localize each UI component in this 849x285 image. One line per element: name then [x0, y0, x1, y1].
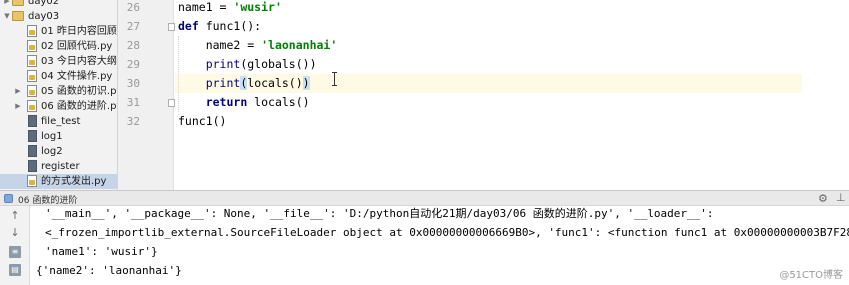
tree-item-file[interactable]: 04 文件操作.py [0, 69, 117, 84]
tree-item-file[interactable]: log2 [0, 144, 117, 159]
line-number: 32 [126, 115, 140, 128]
editor-right-margin [802, 0, 849, 190]
expand-arrow-icon[interactable]: ▶ [3, 0, 11, 9]
tree-item-file[interactable]: file_test [0, 114, 117, 129]
code-line[interactable]: print(globals()) [178, 55, 317, 74]
line-number: 27 [126, 20, 140, 33]
project-tree: ▶ day02 ▼ day03 01 昨日内容回顾 02 回顾代码.py 03 … [0, 0, 118, 190]
tree-item-file[interactable]: log1 [0, 129, 117, 144]
print-icon[interactable]: ▤ [9, 264, 21, 276]
python-file-icon [27, 100, 37, 112]
tree-item-file[interactable]: ▶ 06 函数的进阶.py [0, 99, 117, 114]
tree-item-file[interactable]: 01 昨日内容回顾 [0, 24, 117, 39]
tree-item-selected[interactable]: 的方式发出.py [0, 174, 117, 189]
folder-icon [12, 0, 24, 6]
console-output-line: '__main__', '__package__': None, '__file… [45, 207, 714, 220]
text-file-icon [28, 145, 37, 157]
line-number: 31 [126, 96, 140, 109]
line-number: 30 [126, 77, 140, 90]
python-file-icon [27, 55, 37, 67]
console-output-line: 'name1': 'wusir'} [45, 245, 158, 258]
line-number: 29 [126, 58, 140, 71]
fold-marker-icon[interactable] [168, 99, 175, 107]
gear-icon[interactable]: ⚙ [818, 192, 828, 205]
text-file-icon [28, 130, 37, 142]
line-number: 28 [126, 39, 140, 52]
scroll-down-icon[interactable]: ↓ [9, 227, 21, 239]
tree-item-day02[interactable]: ▶ day02 [0, 0, 117, 9]
run-config-icon [4, 194, 13, 203]
python-file-icon [27, 175, 37, 187]
code-editor[interactable]: name1 = 'wusir' def func1(): name2 = 'la… [175, 0, 802, 190]
tree-item-file[interactable]: 03 今日内容大纲 [0, 54, 117, 69]
minimize-icon[interactable]: ⊥ [836, 191, 846, 204]
fold-marker-icon[interactable] [168, 23, 175, 31]
python-file-icon [27, 85, 37, 97]
run-tab-label[interactable]: 06 函数的进阶 [18, 193, 77, 206]
code-line[interactable]: name2 = 'laonanhai' [178, 36, 338, 55]
line-number: 26 [126, 1, 140, 14]
expand-arrow-icon[interactable]: ▶ [14, 84, 22, 99]
expand-arrow-icon[interactable]: ▶ [14, 99, 22, 114]
line-number-gutter: 26 27 28 29 30 31 32 [118, 0, 175, 190]
tree-item-day03[interactable]: ▼ day03 [0, 9, 117, 24]
run-panel-header: 06 函数的进阶 ⚙ ⊥ [0, 190, 849, 206]
text-file-icon [28, 160, 37, 172]
code-line[interactable]: def func1(): [178, 17, 261, 36]
python-file-icon [27, 70, 37, 82]
console-output-line: {'name2': 'laonanhai'} [36, 264, 182, 277]
console-output-line: <_frozen_importlib_external.SourceFileLo… [45, 226, 849, 239]
python-file-icon [27, 40, 37, 52]
tree-item-file[interactable]: register [0, 159, 117, 174]
scroll-up-icon[interactable]: ↑ [9, 210, 21, 222]
code-line[interactable]: func1() [178, 112, 226, 131]
tree-item-file[interactable]: ▶ 05 函数的初识.py [0, 84, 117, 99]
text-cursor-icon [332, 72, 337, 86]
run-console[interactable]: '__main__', '__package__': None, '__file… [31, 206, 849, 285]
code-line[interactable]: print(locals()) [178, 74, 310, 93]
collapse-arrow-icon[interactable]: ▼ [3, 9, 11, 24]
text-file-icon [28, 115, 37, 127]
code-line[interactable]: return locals() [178, 93, 310, 112]
watermark: @51CTO博客 [779, 270, 843, 281]
folder-icon [12, 11, 24, 21]
run-toolbar: ↑ ↓ ≡ ▤ [0, 206, 30, 285]
code-line[interactable]: name1 = 'wusir' [178, 0, 282, 17]
soft-wrap-icon[interactable]: ≡ [9, 246, 21, 258]
python-file-icon [27, 25, 37, 37]
tree-item-file[interactable]: 02 回顾代码.py [0, 39, 117, 54]
